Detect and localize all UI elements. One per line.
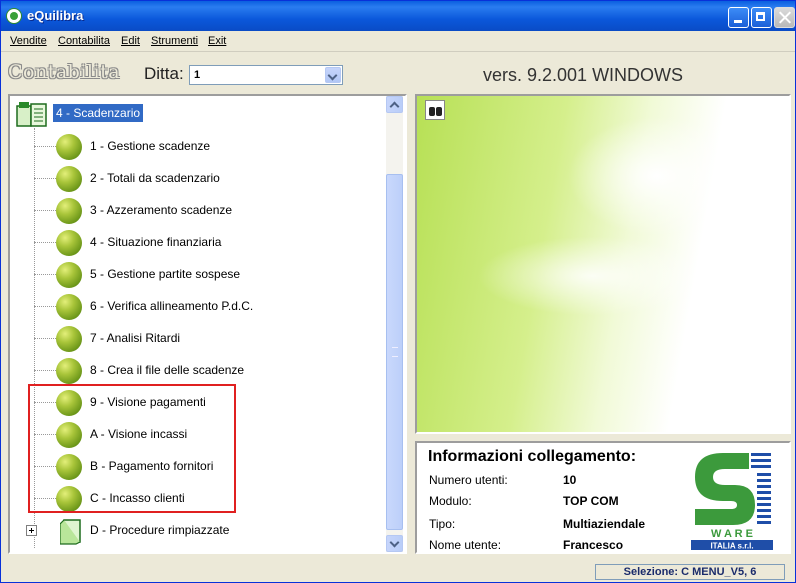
tree-item-label: 6 - Verifica allineamento P.d.C.	[90, 299, 254, 313]
tree-item[interactable]: 5 - Gestione partite sospese	[10, 258, 386, 290]
green-ball-icon	[56, 230, 82, 256]
scroll-down-button[interactable]	[386, 535, 403, 552]
tree-item[interactable]: 6 - Verifica allineamento P.d.C.	[10, 290, 386, 322]
red-highlight-box	[28, 384, 236, 513]
svg-text:W A R E: W A R E	[711, 528, 753, 540]
tree-item[interactable]: 3 - Azzeramento scadenze	[10, 194, 386, 226]
minimize-button[interactable]	[728, 7, 749, 28]
tree-item-label: 2 - Totali da scadenzario	[90, 171, 220, 185]
app-window: eQuilibra Vendite Contabilita Edit Strum…	[0, 0, 796, 583]
info-value: 10	[563, 473, 577, 487]
green-ball-icon	[56, 134, 82, 160]
sware-logo: W A R E ITALIA s.r.l.	[691, 453, 773, 551]
folder-icon	[60, 519, 81, 545]
green-ball-icon	[56, 358, 82, 384]
info-key: Numero utenti:	[429, 473, 508, 487]
info-value: Multiaziendale	[563, 517, 646, 531]
info-value: Francesco	[563, 538, 624, 552]
version-label: vers. 9.2.001 WINDOWS	[483, 65, 684, 85]
maximize-button[interactable]	[751, 7, 772, 28]
chevron-down-icon[interactable]	[325, 67, 341, 83]
green-ball-icon	[56, 326, 82, 352]
tree-item-label: 5 - Gestione partite sospese	[90, 267, 241, 281]
menu-edit[interactable]: Edit	[121, 35, 140, 47]
green-ball-icon	[56, 294, 82, 320]
tree-item[interactable]: 2 - Totali da scadenzario	[10, 162, 386, 194]
ditta-value: 1	[194, 69, 201, 81]
connection-info-panel: Informazioni collegamento: Numero utenti…	[415, 441, 791, 554]
tree-item-label: 3 - Azzeramento scadenze	[90, 203, 233, 217]
tree-item-label: 4 - Situazione finanziaria	[90, 235, 222, 249]
menu-exit[interactable]: Exit	[208, 35, 226, 47]
menu-strumenti[interactable]: Strumenti	[151, 35, 198, 47]
close-button[interactable]	[774, 7, 795, 28]
info-key: Modulo:	[429, 494, 472, 508]
tree-root[interactable]: 4 - Scadenzario	[14, 98, 384, 130]
tree-scrollbar[interactable]	[386, 96, 403, 552]
green-ball-icon	[56, 262, 82, 288]
tree-item-collapsed[interactable]: D - Procedure rimpiazzate	[10, 514, 386, 546]
title-bar[interactable]: eQuilibra	[1, 1, 795, 31]
menu-vendite[interactable]: Vendite	[10, 35, 47, 47]
tree-root-label: 4 - Scadenzario	[53, 104, 144, 122]
menu-bar: Vendite Contabilita Edit Strumenti Exit	[1, 31, 795, 52]
tree-content: 4 - Scadenzario 1 - Gestione scadenze 2 …	[10, 96, 386, 552]
tree-item[interactable]: 8 - Crea il file delle scadenze	[10, 354, 386, 386]
tree-item[interactable]: 1 - Gestione scadenze	[10, 130, 386, 162]
info-key: Nome utente:	[429, 538, 502, 552]
scroll-thumb[interactable]	[386, 174, 403, 530]
scroll-up-button[interactable]	[386, 96, 403, 113]
info-title: Informazioni collegamento:	[428, 448, 637, 465]
expand-icon[interactable]	[26, 525, 37, 536]
svg-text:ITALIA s.r.l.: ITALIA s.r.l.	[710, 542, 753, 551]
tree-item-label: 7 - Analisi Ritardi	[90, 331, 181, 345]
window-title: eQuilibra	[27, 8, 84, 23]
section-title: Contabilita	[8, 61, 121, 83]
tree-item-label: 1 - Gestione scadenze	[90, 139, 211, 153]
tree-item[interactable]: 4 - Situazione finanziaria	[10, 226, 386, 258]
green-ball-icon	[56, 198, 82, 224]
tree-item-label: D - Procedure rimpiazzate	[90, 523, 230, 537]
background-image-panel	[415, 94, 791, 434]
open-book-icon	[16, 102, 47, 127]
green-ball-icon	[56, 166, 82, 192]
binoculars-icon[interactable]	[425, 100, 445, 120]
tree-item[interactable]: 7 - Analisi Ritardi	[10, 322, 386, 354]
app-icon	[6, 8, 22, 24]
status-selection: Selezione: C MENU_V5, 6	[595, 564, 785, 580]
ditta-label: Ditta:	[144, 64, 184, 83]
info-value: TOP COM	[563, 494, 619, 508]
tree-item-label: 8 - Crea il file delle scadenze	[90, 363, 245, 377]
menu-tree: 4 - Scadenzario 1 - Gestione scadenze 2 …	[8, 94, 407, 554]
menu-contabilita[interactable]: Contabilita	[58, 35, 110, 47]
ditta-select[interactable]: 1	[189, 65, 343, 85]
info-key: Tipo:	[429, 517, 456, 531]
status-bar: Selezione: C MENU_V5, 6	[1, 561, 795, 582]
